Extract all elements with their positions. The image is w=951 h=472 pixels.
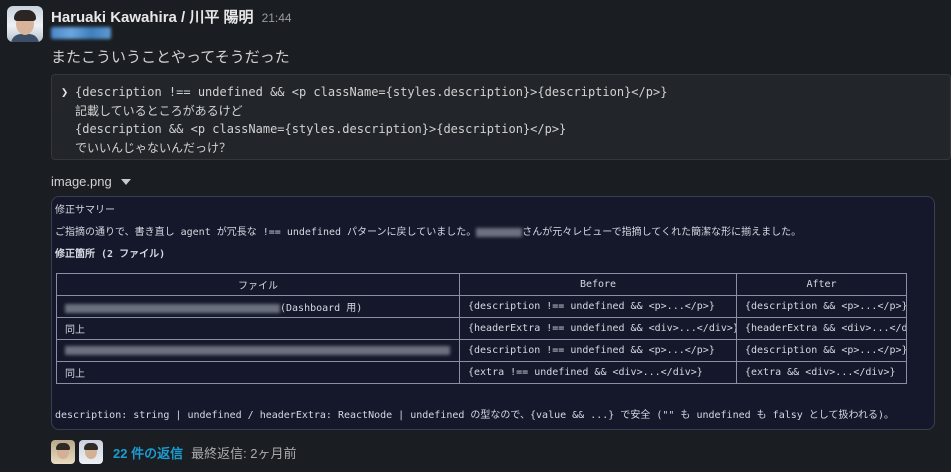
image-intro-after: さんが元々レビューで指摘してくれた簡潔な形に揃えました。 (522, 227, 802, 238)
reply-avatar[interactable] (51, 440, 75, 464)
quote-text: でいいんじゃないんだっけ？ (75, 140, 232, 155)
table-row: (Dashboard 用) {description !== undefined… (56, 295, 907, 318)
quote-block: ❯ {description !== undefined && <p classN… (51, 74, 951, 160)
file-cell: (Dashboard 用) (56, 295, 460, 318)
quote-line: ❯ {description !== undefined && <p classN… (61, 83, 950, 102)
image-footer: description: string | undefined / header… (55, 410, 895, 421)
last-reply-time: 最終返信: 2ヶ月前 (191, 445, 297, 461)
column-header: ファイル (56, 273, 460, 296)
after-cell: {extra && <div>...</div>} (736, 361, 907, 384)
quote-text: 記載しているところがあるけど (75, 103, 243, 118)
quote-text: {description && <p className={styles.des… (75, 122, 567, 136)
before-cell: {extra !== undefined && <div>...</div>} (459, 361, 737, 384)
file-cell: 同上 (56, 317, 460, 340)
quote-line: {description && <p className={styles.des… (61, 120, 950, 139)
redacted-path (65, 345, 450, 355)
reply-avatar[interactable] (79, 440, 103, 464)
redacted-name (476, 227, 523, 237)
avatar-shirt (11, 34, 39, 42)
image-subheading: 修正箇所 (2 ファイル) (55, 249, 166, 260)
message-timestamp[interactable]: 21:44 (262, 11, 292, 25)
before-cell: {description !== undefined && <p>...</p>… (459, 295, 737, 318)
redacted-path (65, 303, 280, 313)
after-cell: {description && <p>...</p>} (736, 339, 907, 362)
column-header: After (736, 273, 907, 296)
file-cell-text: (Dashboard 用) (280, 303, 363, 314)
image-intro: ご指摘の通りで、書き直し agent が冗長な !== undefined パタ… (55, 223, 801, 238)
author-name[interactable]: Haruaki Kawahira / 川平 陽明 (51, 6, 254, 27)
table-header-row: ファイル Before After (56, 273, 907, 296)
thread-summary[interactable]: 22 件の返信 最終返信: 2ヶ月前 (51, 440, 297, 464)
reply-count-link[interactable]: 22 件の返信 (113, 443, 183, 462)
avatar-hair (14, 10, 36, 21)
message: Haruaki Kawahira / 川平 陽明 21:44 またこういうことや… (0, 0, 951, 472)
before-cell: {headerExtra !== undefined && <div>...</… (459, 317, 737, 340)
table-row: 同上 {headerExtra !== undefined && <div>..… (56, 317, 907, 340)
fix-table: ファイル Before After (Dashboard 用) {descrip… (56, 273, 907, 384)
quote-line: でいいんじゃないんだっけ？ (61, 139, 950, 158)
avatar[interactable] (7, 6, 43, 42)
chevron-right-icon: ❯ (61, 85, 69, 99)
after-cell: {description && <p>...</p>} (736, 295, 907, 318)
image-intro-before: ご指摘の通りで、書き直し agent が冗長な !== undefined パタ… (55, 227, 477, 238)
table-row: 同上 {extra !== undefined && <div>...</div… (56, 361, 907, 384)
after-cell: {headerExtra && <div>...</div>} (736, 317, 907, 340)
table-row: {description !== undefined && <p>...</p>… (56, 339, 907, 362)
redacted-status (51, 27, 111, 39)
column-header: Before (459, 273, 737, 296)
before-cell: {description !== undefined && <p>...</p>… (459, 339, 737, 362)
caret-down-icon[interactable] (120, 178, 131, 185)
quote-line: 記載しているところがあるけど (61, 102, 950, 121)
message-text: またこういうことやってそうだった (51, 49, 290, 66)
image-title: 修正サマリー (55, 205, 115, 216)
quote-text: {description !== undefined && <p classNa… (75, 85, 668, 99)
attachment-toggle[interactable]: image.png (51, 174, 131, 189)
message-header: Haruaki Kawahira / 川平 陽明 21:44 (51, 6, 292, 27)
attachment-image[interactable]: 修正サマリー ご指摘の通りで、書き直し agent が冗長な !== undef… (51, 196, 935, 430)
file-cell: 同上 (56, 361, 460, 384)
ghost-text (172, 199, 178, 210)
attachment-filename: image.png (51, 174, 112, 189)
file-cell (56, 339, 460, 362)
